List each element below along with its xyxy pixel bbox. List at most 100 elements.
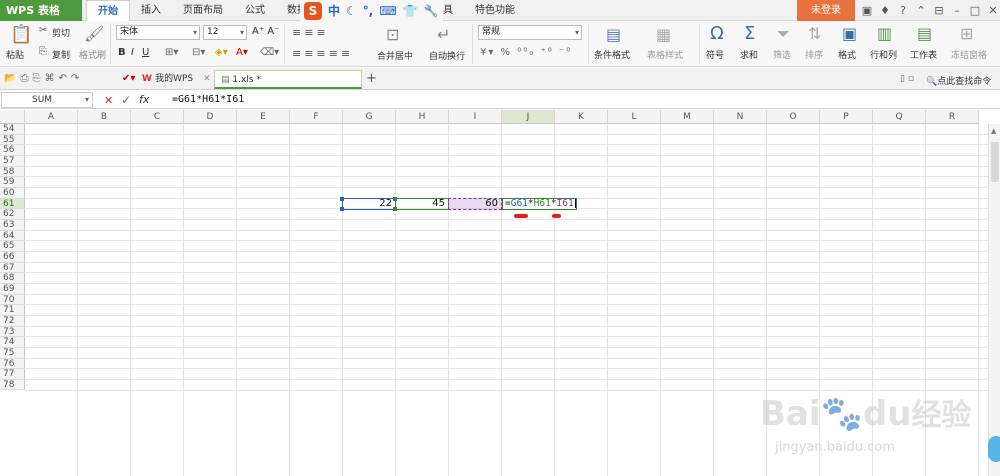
lock-icon[interactable]: ▣ <box>858 0 876 21</box>
column-header-l[interactable]: L <box>608 110 661 124</box>
column-header-h[interactable]: H <box>396 110 449 124</box>
quick-access-icons[interactable]: 📂⎙⎘⌘↶↷ <box>4 73 83 84</box>
confirm-icon[interactable]: ✓ <box>121 93 131 107</box>
column-header-j[interactable]: J <box>502 110 555 124</box>
scissors-icon[interactable]: ✂ <box>39 25 47 36</box>
row-header-72[interactable]: 72 <box>0 315 25 327</box>
column-header-c[interactable]: C <box>131 110 184 124</box>
row-header-65[interactable]: 65 <box>0 241 25 252</box>
vertical-align-icons[interactable]: ≡≡≡ <box>292 26 329 39</box>
close-icon[interactable]: ✕ <box>984 0 1000 21</box>
merge-center-icon[interactable]: ⊡ <box>386 25 399 44</box>
tab-page-layout[interactable]: 页面布局 <box>172 0 234 21</box>
format-button[interactable]: 格式 <box>838 48 856 61</box>
clear-format-icon[interactable]: ⌫▾ <box>260 47 279 58</box>
row-header-71[interactable]: 71 <box>0 305 25 316</box>
worksheet-icon[interactable]: ▤ <box>917 24 932 43</box>
merge-center-button[interactable]: 合并居中 <box>377 49 413 62</box>
row-header-68[interactable]: 68 <box>0 273 25 284</box>
cell-h61[interactable]: 45 <box>396 198 445 210</box>
doc-tab-mywps[interactable]: W 我的WPS ✕ <box>136 70 217 89</box>
floating-assistant-icon[interactable] <box>988 436 1000 462</box>
conditional-format-button[interactable]: 条件格式 <box>594 48 630 61</box>
row-header-56[interactable]: 56 <box>0 145 25 156</box>
row-header-73[interactable]: 73 <box>0 326 25 338</box>
format-painter-button[interactable]: 格式刷 <box>79 48 106 61</box>
scroll-up-icon[interactable]: ▲ <box>991 127 996 135</box>
column-header-m[interactable]: M <box>661 110 714 124</box>
cancel-icon[interactable]: ✕ <box>104 94 113 107</box>
column-header-r[interactable]: R <box>926 110 979 124</box>
row-header-63[interactable]: 63 <box>0 219 25 231</box>
column-header-b[interactable]: B <box>78 110 131 124</box>
merge-icon[interactable]: ⊟▾ <box>192 47 205 58</box>
column-header-n[interactable]: N <box>714 110 767 124</box>
row-header-54[interactable]: 54 <box>0 124 25 135</box>
row-header-55[interactable]: 55 <box>0 134 25 146</box>
row-header-78[interactable]: 78 <box>0 379 25 391</box>
wrench-icon[interactable]: 🔧 <box>424 4 439 18</box>
table-style-icon[interactable]: ▦ <box>656 25 671 44</box>
wrap-text-button[interactable]: 自动换行 <box>429 49 465 62</box>
font-size-select[interactable]: 12 ▾ <box>203 25 247 40</box>
pin-icon[interactable]: ✔▾ <box>122 73 135 84</box>
skin-icon[interactable]: ♦ <box>876 0 894 21</box>
vertical-scrollbar[interactable]: ▲ <box>988 124 1000 476</box>
row-header-59[interactable]: 59 <box>0 177 25 188</box>
freeze-panes-icon[interactable]: ⊞ <box>960 24 973 43</box>
column-header-p[interactable]: P <box>820 110 873 124</box>
row-header-58[interactable]: 58 <box>0 166 25 178</box>
row-header-66[interactable]: 66 <box>0 251 25 263</box>
doc-tab-file[interactable]: ▤ 1.xls * <box>214 70 362 89</box>
cut-button[interactable]: 剪切 <box>52 26 70 39</box>
skin-shirt-icon[interactable]: 👕 <box>403 4 418 18</box>
underline-icon[interactable]: U <box>142 47 149 58</box>
restore-icon[interactable]: ⊟ <box>930 0 948 21</box>
column-header-k[interactable]: K <box>555 110 608 124</box>
paste-button[interactable]: 粘贴 <box>6 48 24 61</box>
omega-symbol-icon[interactable]: Ω <box>710 23 724 44</box>
row-header-74[interactable]: 74 <box>0 337 25 348</box>
row-header-61[interactable]: 61 <box>0 198 25 210</box>
row-header-77[interactable]: 77 <box>0 369 25 380</box>
filter-button[interactable]: 筛选 <box>773 48 791 61</box>
column-header-i[interactable]: I <box>449 110 502 124</box>
bold-icon[interactable]: B <box>118 47 126 58</box>
tab-special[interactable]: 特色功能 <box>464 0 526 21</box>
wps-logo-menu[interactable]: WPS 表格 <box>0 0 82 21</box>
row-header-60[interactable]: 60 <box>0 187 25 199</box>
number-format-select[interactable]: 常规 ▾ <box>478 25 582 40</box>
name-box[interactable]: SUM ▾ <box>1 92 93 108</box>
row-header-76[interactable]: 76 <box>0 358 25 370</box>
sigma-sum-icon[interactable]: Σ <box>744 23 755 44</box>
cell-j61-editor[interactable]: =G61*H61*I61 <box>502 197 577 211</box>
maximize-icon[interactable]: □ <box>966 0 984 21</box>
tab-insert[interactable]: 插入 <box>130 0 172 21</box>
copy-icon[interactable]: ⎘ <box>39 46 47 57</box>
moon-icon[interactable]: ☾ <box>346 4 357 18</box>
row-col-icon[interactable]: ▥ <box>877 24 892 43</box>
tab-formulas[interactable]: 公式 <box>234 0 276 21</box>
row-header-67[interactable]: 67 <box>0 262 25 274</box>
copy-button[interactable]: 复制 <box>52 48 70 61</box>
paste-icon[interactable]: 📋 <box>10 24 32 45</box>
row-header-62[interactable]: 62 <box>0 209 25 220</box>
wrap-text-icon[interactable]: ↵ <box>437 25 450 44</box>
sort-button[interactable]: 排序 <box>805 48 823 61</box>
cell-g61[interactable]: 22 <box>343 198 392 210</box>
filter-funnel-icon[interactable]: ⏷ <box>777 24 790 44</box>
row-header-70[interactable]: 70 <box>0 294 25 306</box>
column-header-q[interactable]: Q <box>873 110 926 124</box>
row-header-57[interactable]: 57 <box>0 155 25 167</box>
row-col-button[interactable]: 行和列 <box>870 48 897 61</box>
help-icon[interactable]: ? <box>894 0 912 21</box>
font-color-icon[interactable]: A▾ <box>236 47 248 58</box>
worksheet-button[interactable]: 工作表 <box>910 48 937 61</box>
column-header-o[interactable]: O <box>767 110 820 124</box>
login-button[interactable]: 未登录 <box>797 0 855 21</box>
column-header-e[interactable]: E <box>237 110 290 124</box>
close-icon[interactable]: ✕ <box>203 74 211 84</box>
symbol-button[interactable]: 符号 <box>706 48 724 61</box>
table-style-button[interactable]: 表格样式 <box>647 48 683 61</box>
doc-tools-icons[interactable]: ▯ ▫ <box>900 74 914 84</box>
